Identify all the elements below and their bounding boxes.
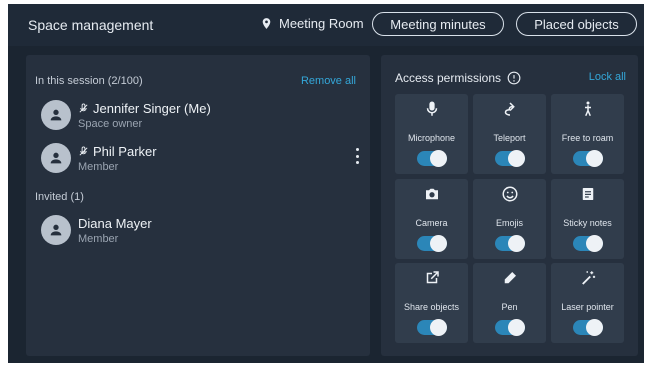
permission-label: Camera	[415, 217, 448, 228]
meeting-minutes-button[interactable]: Meeting minutes	[372, 12, 504, 36]
participant-row[interactable]: Jennifer Singer (Me) Space owner	[41, 100, 361, 132]
microphone-toggle[interactable]	[417, 150, 447, 167]
page-title: Space management	[28, 17, 154, 33]
header-bar: Space management Meeting Room Meeting mi…	[8, 4, 644, 46]
magic-wand-icon	[581, 271, 595, 285]
share-icon	[426, 271, 439, 284]
permission-tile-teleport: Teleport	[473, 94, 546, 174]
permission-tile-sticky-notes: Sticky notes	[551, 179, 624, 259]
participant-role: Member	[78, 161, 119, 173]
laser-pointer-toggle[interactable]	[573, 319, 603, 336]
permission-label: Microphone	[407, 132, 456, 143]
permission-tile-pen: Pen	[473, 263, 546, 343]
info-icon[interactable]	[507, 71, 521, 85]
participant-row[interactable]: Phil Parker Member	[41, 143, 361, 175]
permission-tile-laser-pointer: Laser pointer	[551, 263, 624, 343]
permission-label: Share objects	[403, 301, 460, 312]
more-options-icon[interactable]	[354, 148, 360, 164]
avatar	[41, 143, 71, 173]
location-indicator: Meeting Room	[260, 16, 364, 31]
participants-panel: In this session (2/100) Remove all Jenni…	[26, 55, 370, 356]
space-management-window: Space management Meeting Room Meeting mi…	[8, 4, 644, 363]
access-permissions-panel: Access permissions Lock all Microphone T…	[381, 55, 638, 356]
smiley-icon	[502, 186, 517, 202]
person-icon	[50, 224, 62, 236]
person-icon	[50, 152, 62, 164]
participant-name: Jennifer Singer (Me)	[78, 101, 211, 116]
permission-tile-microphone: Microphone	[395, 94, 468, 174]
participant-role: Space owner	[78, 118, 143, 130]
pen-toggle[interactable]	[495, 319, 525, 336]
invited-heading: Invited (1)	[35, 191, 84, 203]
location-pin-icon	[262, 18, 271, 29]
permission-label: Teleport	[493, 132, 526, 143]
permission-tile-share-objects: Share objects	[395, 263, 468, 343]
permission-label: Sticky notes	[563, 217, 612, 228]
microphone-icon	[426, 101, 437, 116]
pen-icon	[504, 272, 516, 284]
permission-label: Laser pointer	[561, 301, 614, 312]
avatar	[41, 100, 71, 130]
remove-all-link[interactable]: Remove all	[301, 75, 356, 87]
camera-toggle[interactable]	[417, 235, 447, 252]
location-label: Meeting Room	[279, 16, 364, 31]
invited-role: Member	[78, 233, 119, 245]
permission-tile-camera: Camera	[395, 179, 468, 259]
permission-label: Free to roam	[561, 132, 614, 143]
permission-label: Pen	[501, 301, 518, 312]
permissions-heading: Access permissions	[395, 71, 521, 85]
invited-name: Diana Mayer	[78, 216, 152, 231]
session-heading: In this session (2/100)	[35, 75, 143, 87]
camera-icon	[425, 188, 438, 200]
participant-name: Phil Parker	[78, 144, 157, 159]
share-objects-toggle[interactable]	[417, 319, 447, 336]
permission-tile-emojis: Emojis	[473, 179, 546, 259]
lock-all-link[interactable]: Lock all	[589, 71, 626, 83]
teleport-toggle[interactable]	[495, 150, 525, 167]
person-icon	[50, 109, 62, 121]
permission-tile-free-to-roam: Free to roam	[551, 94, 624, 174]
note-icon	[582, 188, 593, 200]
sticky-notes-toggle[interactable]	[573, 235, 603, 252]
microphone-muted-icon	[79, 103, 88, 113]
teleport-icon	[504, 102, 515, 116]
avatar	[41, 215, 71, 245]
free-to-roam-toggle[interactable]	[573, 150, 603, 167]
walking-person-icon	[584, 101, 591, 117]
emojis-toggle[interactable]	[495, 235, 525, 252]
placed-objects-button[interactable]: Placed objects	[516, 12, 637, 36]
invited-row[interactable]: Diana Mayer Member	[41, 215, 361, 247]
microphone-muted-icon	[79, 146, 88, 156]
permission-label: Emojis	[495, 217, 523, 228]
